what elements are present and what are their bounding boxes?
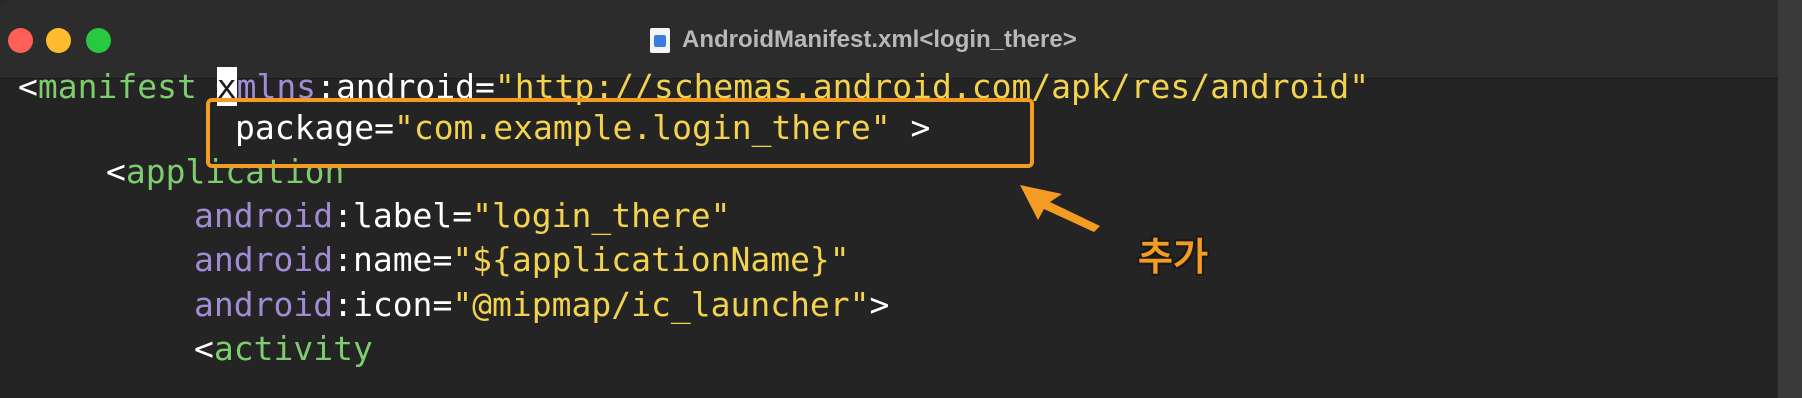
attr-name: label [352,196,453,235]
tag-open-bracket: < [18,67,38,106]
window-title-group: AndroidManifest.xml<login_there> [650,24,1077,56]
code-line-6[interactable]: android:icon="@mipmap/ic_launcher"> [194,283,889,327]
annotation-highlight-box [206,98,1034,168]
colon: : [333,285,353,324]
equals-sign: = [432,285,453,324]
editor-window: AndroidManifest.xml<login_there> <manife… [0,0,1802,398]
attr-value: "login_there" [472,196,731,235]
attr-namespace: android [194,196,334,235]
window-title: AndroidManifest.xml<login_there> [682,26,1077,53]
maximize-window-button[interactable] [86,28,111,53]
code-line-4[interactable]: android:label="login_there" [194,194,730,238]
tag-name: activity [213,329,373,368]
minimize-window-button[interactable] [46,28,71,53]
attr-value: "${applicationName}" [452,240,850,279]
xml-file-icon [650,27,670,53]
equals-sign: = [432,240,453,279]
tag-close-bracket: > [869,285,890,324]
code-line-5[interactable]: android:name="${applicationName}" [194,238,850,282]
tag-name: manifest [37,67,197,106]
code-line-7[interactable]: <activity [194,327,373,371]
attr-name: name [352,240,433,279]
tag-open-bracket: < [194,329,214,368]
tag-open-bracket: < [106,152,126,191]
attr-name: icon [352,285,433,324]
attr-namespace: android [194,285,334,324]
background-strip [1778,0,1802,398]
equals-sign: = [452,196,473,235]
close-window-button[interactable] [8,28,33,53]
annotation-label: 추가 [1138,235,1208,279]
annotation-arrow-icon [1020,185,1100,232]
colon: : [333,240,353,279]
colon: : [333,196,353,235]
attr-namespace: android [194,240,334,279]
attr-value: "@mipmap/ic_launcher" [452,285,870,324]
